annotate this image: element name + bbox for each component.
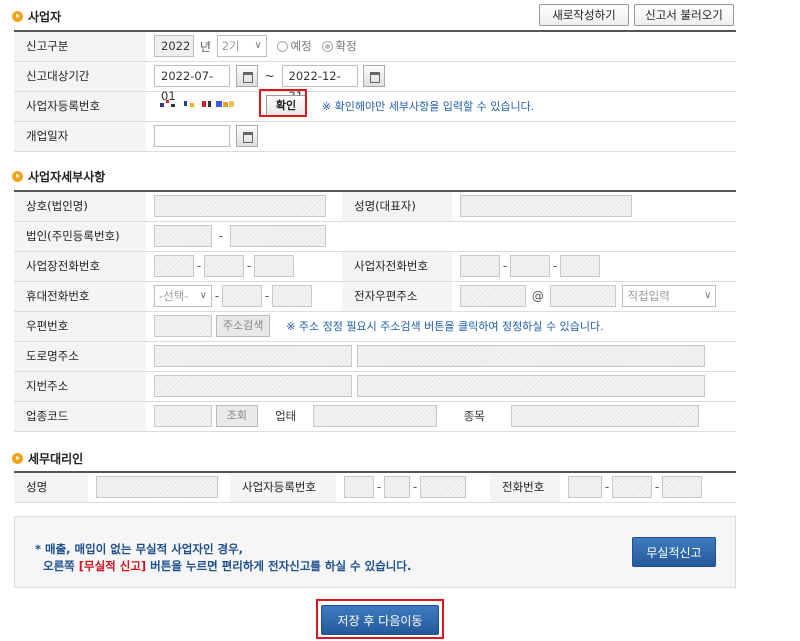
chevron-down-icon: ∨ — [254, 40, 262, 52]
agent-name-label: 성명 — [14, 472, 88, 503]
agent-regno-1[interactable] — [344, 476, 374, 499]
calendar-icon[interactable] — [363, 65, 386, 87]
industry-code-input[interactable] — [154, 405, 212, 427]
mobile-2[interactable] — [222, 285, 262, 307]
date-to-input[interactable]: 2022-12-31 — [281, 65, 358, 103]
item-label: 종목 — [463, 409, 485, 423]
section-title-agent: 세무대리인 — [12, 450, 83, 467]
radio-prelim[interactable] — [276, 40, 288, 52]
agent-phone-label: 전화번호 — [490, 472, 560, 503]
bullet-icon — [12, 171, 23, 182]
corp-no-label: 법인(주민등록번호) — [14, 221, 146, 252]
biz-phone-label: 사업장전화번호 — [14, 251, 146, 282]
biz-phone-3[interactable] — [254, 255, 294, 277]
info-line-1: * 매출, 매입이 없는 무실적 사업자인 경우, — [35, 542, 244, 556]
date-from-input[interactable]: 2022-07-01 — [154, 65, 230, 103]
agent-phone-3[interactable] — [662, 476, 702, 499]
date-tilde: ~ — [264, 69, 275, 83]
confirm-highlight — [259, 89, 307, 117]
email-domain-select[interactable]: 직접입력 ∨ — [622, 285, 717, 307]
load-report-button[interactable]: 신고서 불러오기 — [634, 4, 734, 26]
email-label: 전자우편주소 — [342, 281, 452, 312]
agent-name-input[interactable] — [96, 476, 218, 499]
email-domain-input[interactable] — [549, 285, 616, 307]
email-local-input[interactable] — [460, 285, 526, 307]
email-at: @ — [531, 289, 544, 303]
no-record-info-box: * 매출, 매입이 없는 무실적 사업자인 경우, 오른쪽 [무실적 신고] 버… — [14, 516, 736, 588]
year-field[interactable]: 2022 — [154, 35, 194, 58]
agent-table: 성명 사업자등록번호 -- 전화번호 -- — [14, 471, 736, 503]
road-addr-input-2[interactable] — [356, 345, 705, 367]
period-label: 신고대상기간 — [14, 61, 146, 92]
biz-tel-3[interactable] — [560, 255, 600, 277]
info-line-2: 오른쪽 [무실적 신고] 버튼을 누르면 편리하게 전자신고를 하실 수 있습니… — [43, 559, 412, 573]
agent-regno-label: 사업자등록번호 — [230, 472, 336, 503]
road-addr-input-1[interactable] — [154, 345, 352, 367]
mobile-label: 휴대전화번호 — [14, 281, 146, 312]
business-table: 신고구분 2022 년 2기 ∨ 예정 확정 신고대상기간 2022-07-01 … — [14, 30, 736, 152]
report-type-label: 신고구분 — [14, 31, 146, 62]
calendar-icon[interactable] — [235, 65, 258, 87]
industry-code-label: 업종코드 — [14, 401, 146, 432]
company-label: 상호(법인명) — [14, 191, 146, 222]
agent-regno-3[interactable] — [420, 476, 466, 499]
corp-no-input-1[interactable] — [154, 225, 212, 247]
bullet-icon — [12, 453, 23, 464]
regno-label: 사업자등록번호 — [14, 91, 146, 122]
business-type-label: 업태 — [275, 409, 297, 423]
business-type-input[interactable] — [313, 405, 438, 427]
agent-regno-2[interactable] — [384, 476, 410, 499]
biz-phone-2[interactable] — [204, 255, 244, 277]
biz-tel-label: 사업자전화번호 — [342, 251, 452, 282]
mobile-prefix-select[interactable]: -선택- ∨ — [154, 285, 212, 307]
year-unit: 년 — [199, 39, 211, 54]
biz-phone-1[interactable] — [154, 255, 194, 277]
ceo-label: 성명(대표자) — [342, 191, 452, 222]
zip-label: 우편번호 — [14, 311, 146, 342]
period-select[interactable]: 2기 ∨ — [216, 35, 267, 58]
zip-search-button[interactable]: 주소검색 — [215, 315, 271, 337]
section-title-detail: 사업자세부사항 — [12, 168, 105, 185]
item-input[interactable] — [511, 405, 700, 427]
chevron-down-icon: ∨ — [704, 290, 712, 301]
biz-tel-1[interactable] — [460, 255, 500, 277]
ceo-input[interactable] — [460, 195, 632, 218]
calendar-icon[interactable] — [235, 125, 258, 147]
zip-input[interactable] — [154, 315, 212, 337]
radio-final[interactable] — [321, 40, 333, 52]
detail-table: 상호(법인명) 성명(대표자) 법인(주민등록번호) - 사업장전화번호 -- … — [14, 190, 736, 432]
corp-no-input-2[interactable] — [229, 225, 326, 247]
regno-value-masked — [154, 95, 252, 117]
road-addr-label: 도로명주소 — [14, 341, 146, 372]
bullet-icon — [12, 11, 23, 22]
open-date-input[interactable] — [154, 125, 230, 147]
biz-tel-2[interactable] — [510, 255, 550, 277]
mobile-3[interactable] — [272, 285, 312, 307]
open-date-label: 개업일자 — [14, 121, 146, 152]
new-form-button[interactable]: 새로작성하기 — [539, 4, 629, 26]
lookup-button[interactable]: 조회 — [215, 405, 258, 427]
no-record-report-button[interactable]: 무실적신고 — [632, 537, 716, 567]
section-title-business: 사업자 — [12, 8, 61, 25]
zip-note: ※ 주소 정정 필요시 주소검색 버튼을 클릭하여 정정하실 수 있습니다. — [286, 320, 604, 333]
save-highlight — [316, 599, 444, 639]
lot-addr-input-2[interactable] — [356, 375, 705, 397]
agent-phone-2[interactable] — [612, 476, 652, 499]
agent-phone-1[interactable] — [568, 476, 602, 499]
lot-addr-label: 지번주소 — [14, 371, 146, 402]
confirm-note: ※ 확인해야만 세부사항을 입력할 수 있습니다. — [321, 100, 535, 113]
lot-addr-input-1[interactable] — [154, 375, 352, 397]
company-input[interactable] — [154, 195, 326, 218]
chevron-down-icon: ∨ — [199, 290, 207, 301]
